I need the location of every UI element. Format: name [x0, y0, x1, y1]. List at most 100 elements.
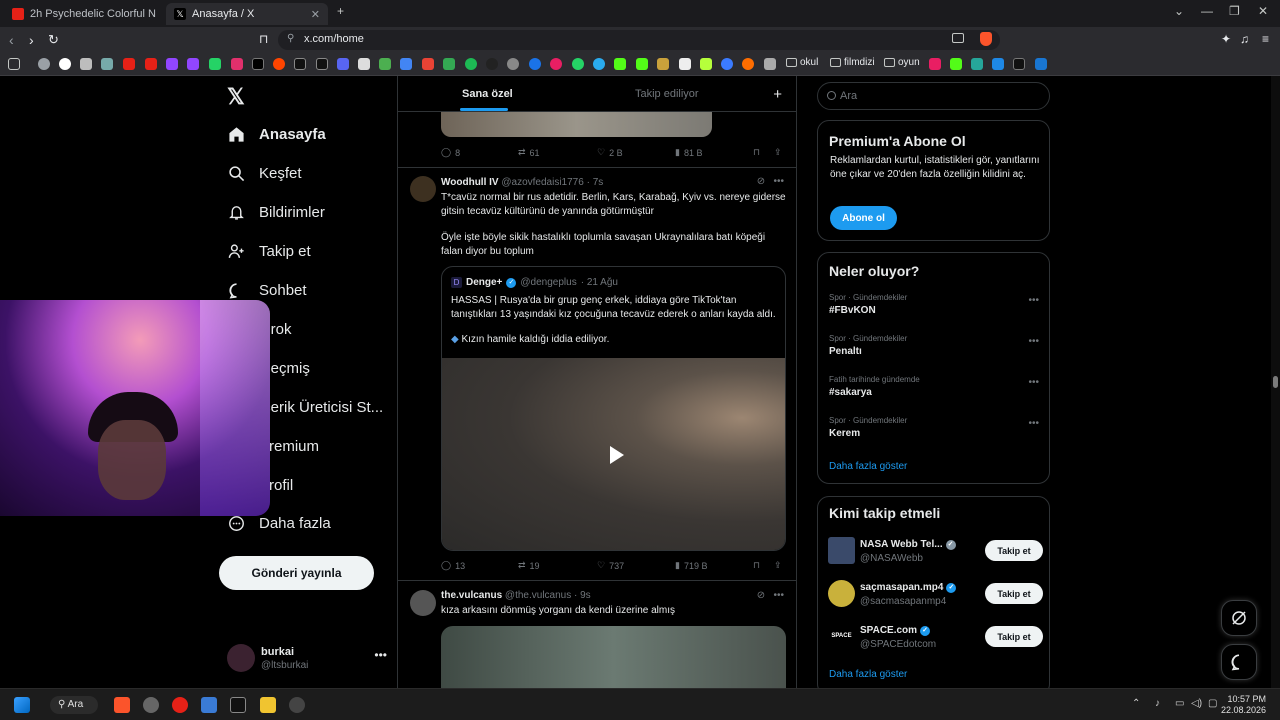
- forward-icon[interactable]: ›: [29, 32, 34, 48]
- bookmark-icon[interactable]: [1013, 58, 1025, 70]
- tweet-media[interactable]: [441, 112, 712, 137]
- more-dots-icon[interactable]: •••: [773, 176, 784, 187]
- url-field[interactable]: ⚲ x.com/home: [278, 30, 1000, 50]
- app-icon[interactable]: [143, 697, 159, 713]
- bookmark-icon[interactable]: [486, 58, 498, 70]
- kick-icon[interactable]: [614, 58, 626, 70]
- reply-button[interactable]: ◯ 13: [441, 560, 465, 571]
- follow-suggestion[interactable]: NASA Webb Tel... ✓ @NASAWebb Takip et: [828, 537, 1043, 567]
- quote-tweet[interactable]: D Denge+ ✓ @dengeplus · 21 Ağu HASSAS | …: [441, 266, 786, 551]
- nav-item-chat[interactable]: Sohbet: [227, 281, 307, 299]
- bookmark-icon[interactable]: [929, 58, 941, 70]
- google-icon[interactable]: [59, 58, 71, 70]
- avatar[interactable]: [410, 590, 436, 616]
- nav-item-more[interactable]: Daha fazla: [227, 514, 331, 532]
- bookmark-icon[interactable]: [700, 58, 712, 70]
- discord-icon[interactable]: [337, 58, 349, 70]
- bookmark-icon[interactable]: [529, 58, 541, 70]
- like-button[interactable]: ♡ 737: [597, 560, 624, 571]
- bookmark-icon[interactable]: [209, 58, 221, 70]
- network-icon[interactable]: ▭: [1175, 698, 1184, 709]
- app-icon[interactable]: [230, 697, 246, 713]
- bookmark-folder-oyun[interactable]: oyun: [884, 57, 920, 68]
- like-button[interactable]: ♡ 2 B: [597, 147, 623, 158]
- x-logo-icon[interactable]: 𝕏: [227, 84, 245, 110]
- bookmark-icon[interactable]: [721, 58, 733, 70]
- site-info-icon[interactable]: ⚲: [287, 33, 294, 44]
- views-button[interactable]: ▮ 719 B: [675, 560, 707, 571]
- taskbar-clock[interactable]: 10:57 PM 22.08.2026: [1221, 694, 1266, 716]
- follow-button[interactable]: Takip et: [985, 583, 1043, 604]
- cast-icon[interactable]: [952, 33, 964, 43]
- bookmark-icon[interactable]: [358, 58, 370, 70]
- bookmark-icon[interactable]: [742, 58, 754, 70]
- tab-youtube[interactable]: 2h Psychedelic Colorful Neon Backgr: [4, 3, 164, 25]
- bookmark-icon[interactable]: [101, 58, 113, 70]
- trend-item[interactable]: Spor · Gündemdekiler Kerem •••: [829, 416, 1039, 439]
- photos-icon[interactable]: [201, 697, 217, 713]
- twitch-icon[interactable]: [187, 58, 199, 70]
- tab-for-you[interactable]: Sana özel: [462, 88, 513, 100]
- bookmark-icon[interactable]: [971, 58, 983, 70]
- grok-icon[interactable]: ⊘: [757, 176, 765, 187]
- show-more-link[interactable]: Daha fazla göster: [829, 461, 907, 472]
- add-tab-icon[interactable]: +: [773, 86, 782, 103]
- spotify-icon[interactable]: [465, 58, 477, 70]
- bookmark-icon[interactable]: ⊓: [753, 560, 760, 571]
- more-dots-icon[interactable]: •••: [1028, 295, 1039, 306]
- follow-button[interactable]: Takip et: [985, 626, 1043, 647]
- scrollbar-thumb[interactable]: [1273, 376, 1278, 388]
- kick-icon[interactable]: [950, 58, 962, 70]
- more-dots-icon[interactable]: •••: [773, 590, 784, 601]
- new-tab-button[interactable]: +: [337, 4, 344, 18]
- bookmark-folder-okul[interactable]: okul: [786, 57, 818, 68]
- close-tab-icon[interactable]: ✕: [311, 8, 320, 21]
- views-button[interactable]: ▮ 81 B: [675, 147, 702, 158]
- avatar[interactable]: [410, 176, 436, 202]
- tweet-menu[interactable]: ⊘ •••: [757, 176, 784, 187]
- app-icon[interactable]: [289, 697, 305, 713]
- bookmark-icon[interactable]: [992, 58, 1004, 70]
- more-dots-icon[interactable]: •••: [1028, 418, 1039, 429]
- trend-item[interactable]: Fatih tarihinde gündemde #sakarya •••: [829, 375, 1039, 398]
- repost-button[interactable]: ⇄ 61: [518, 147, 540, 158]
- start-icon[interactable]: [14, 697, 30, 713]
- brave-icon[interactable]: [114, 697, 130, 713]
- bookmark-icon[interactable]: ⊓: [259, 32, 268, 46]
- show-more-link[interactable]: Daha fazla göster: [829, 669, 907, 680]
- share-icon[interactable]: ⇪: [774, 560, 782, 571]
- bookmark-icon[interactable]: [764, 58, 776, 70]
- notification-icon[interactable]: ▢: [1208, 698, 1217, 709]
- bookmark-icon[interactable]: ⊓: [753, 147, 760, 158]
- tab-following[interactable]: Takip ediliyor: [635, 88, 699, 100]
- history-bookmark-icon[interactable]: [38, 58, 50, 70]
- volume-icon[interactable]: ◁): [1191, 698, 1202, 709]
- post-button[interactable]: Gönderi yayınla: [219, 556, 374, 590]
- trend-item[interactable]: Spor · Gündemdekiler #FBvKON •••: [829, 293, 1039, 316]
- gmail-icon[interactable]: [422, 58, 434, 70]
- minimize-button[interactable]: —: [1201, 4, 1213, 18]
- bookmark-icon[interactable]: [1035, 58, 1047, 70]
- youtube-icon[interactable]: [145, 58, 157, 70]
- close-window-button[interactable]: ✕: [1258, 4, 1268, 18]
- youtube-icon[interactable]: [172, 697, 188, 713]
- nav-item-follow[interactable]: Takip et: [227, 242, 311, 260]
- grok-button[interactable]: [1221, 600, 1257, 636]
- reddit-icon[interactable]: [273, 58, 285, 70]
- x-icon[interactable]: [252, 58, 264, 70]
- tab-search-button[interactable]: ⌄: [1174, 4, 1184, 18]
- apps-icon[interactable]: [8, 58, 20, 70]
- follow-button[interactable]: Takip et: [985, 540, 1043, 561]
- nav-item-explore[interactable]: Keşfet: [227, 164, 302, 182]
- file-explorer-icon[interactable]: [260, 697, 276, 713]
- telegram-icon[interactable]: [593, 58, 605, 70]
- tab-x-home[interactable]: 𝕏 Anasayfa / X ✕: [166, 3, 328, 25]
- search-input[interactable]: Ara: [817, 82, 1050, 110]
- follow-suggestion[interactable]: saçmasapan.mp4 ✓ @sacmasapanmp4 Takip et: [828, 580, 1043, 610]
- reload-icon[interactable]: ↻: [48, 32, 59, 48]
- bookmark-folder-filmdizi[interactable]: filmdizi: [830, 57, 875, 68]
- follow-suggestion[interactable]: SPACE SPACE.com ✓ @SPACEdotcom Takip et: [828, 623, 1043, 653]
- reply-button[interactable]: ◯ 8: [441, 147, 460, 158]
- bookmark-icon[interactable]: [657, 58, 669, 70]
- bookmark-icon[interactable]: [679, 58, 691, 70]
